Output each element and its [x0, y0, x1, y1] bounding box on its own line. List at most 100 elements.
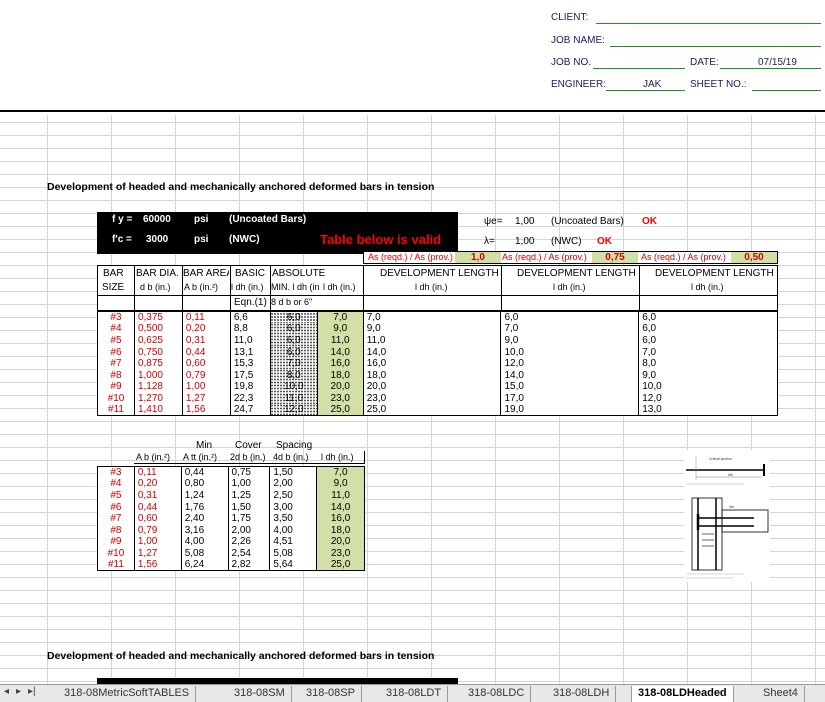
table-cell[interactable]: 1,25: [227, 489, 270, 502]
ratio-value-2[interactable]: 0,75: [592, 252, 638, 263]
table-cell[interactable]: 24,7: [229, 404, 271, 416]
table-cell[interactable]: 20,0: [362, 381, 501, 393]
table-cell[interactable]: #6: [97, 346, 135, 358]
tab-nav-last-icon[interactable]: ▸|: [28, 686, 36, 697]
table-cell[interactable]: #9: [97, 381, 135, 393]
table-cell[interactable]: 18,0: [316, 524, 365, 537]
table-cell[interactable]: 13,0: [638, 404, 778, 416]
job-no-field[interactable]: [593, 68, 685, 69]
table-cell[interactable]: 6,0: [638, 323, 778, 335]
table-cell[interactable]: 7,0: [269, 357, 318, 370]
table-cell[interactable]: 0,79: [133, 524, 182, 537]
table-cell[interactable]: 1,75: [227, 512, 270, 525]
table-cell[interactable]: 7,0: [500, 323, 639, 335]
table-cell[interactable]: 4,00: [180, 536, 228, 548]
table-cell[interactable]: 6,0: [269, 346, 318, 358]
table-cell[interactable]: 0,375: [133, 311, 183, 324]
table-cell[interactable]: 11,0: [362, 334, 501, 347]
table-cell[interactable]: 6,0: [638, 311, 778, 324]
tab-nav-first-icon[interactable]: ◂: [4, 686, 9, 697]
table-cell[interactable]: 8,8: [229, 323, 271, 335]
table-cell[interactable]: 17,0: [500, 392, 639, 405]
table-cell[interactable]: #7: [97, 357, 135, 370]
table-cell[interactable]: 1,000: [133, 369, 183, 382]
tab-nav-prev-icon[interactable]: ▸: [16, 686, 21, 697]
table-cell[interactable]: 14,0: [362, 346, 501, 358]
table-cell[interactable]: 18,0: [362, 369, 501, 382]
table-cell[interactable]: 0,625: [133, 334, 183, 347]
table-cell[interactable]: 18,0: [316, 369, 364, 382]
table-cell[interactable]: 20,0: [316, 536, 365, 548]
table-cell[interactable]: 1,50: [227, 501, 270, 513]
engineer-field[interactable]: [606, 90, 685, 91]
table-cell[interactable]: 9,0: [316, 478, 365, 490]
table-cell[interactable]: 0,20: [133, 478, 182, 490]
fc-value[interactable]: 3000: [146, 234, 168, 245]
table-cell[interactable]: 0,79: [181, 369, 231, 382]
table-cell[interactable]: 16,0: [316, 357, 364, 370]
table-cell[interactable]: 0,875: [133, 357, 183, 370]
table-cell[interactable]: 16,0: [362, 357, 501, 370]
table-cell[interactable]: 6,0: [638, 334, 778, 347]
table-cell[interactable]: 1,00: [133, 536, 182, 548]
table-cell[interactable]: 2,00: [269, 478, 317, 490]
table-cell[interactable]: 0,31: [133, 489, 182, 502]
table-cell[interactable]: 1,00: [227, 478, 270, 490]
table-cell[interactable]: 23,0: [316, 547, 365, 560]
table-cell[interactable]: 0,31: [181, 334, 231, 347]
ratio-value-1[interactable]: 1,0: [455, 252, 501, 263]
ratio-value-3[interactable]: 0,50: [731, 252, 777, 263]
table-cell[interactable]: 9,0: [316, 323, 364, 335]
table-cell[interactable]: #3: [97, 311, 135, 324]
table-cell[interactable]: 2,40: [180, 512, 228, 525]
table-cell[interactable]: 9,0: [362, 323, 501, 335]
table-cell[interactable]: #3: [97, 466, 135, 479]
table-cell[interactable]: 14,0: [500, 369, 639, 382]
table-cell[interactable]: 2,00: [227, 524, 270, 537]
sheet-no-field[interactable]: [752, 90, 821, 91]
table-cell[interactable]: 12,0: [269, 404, 318, 416]
table-cell[interactable]: 13,1: [229, 346, 271, 358]
table-cell[interactable]: 2,26: [227, 536, 270, 548]
table-cell[interactable]: #9: [97, 536, 135, 548]
date-field[interactable]: [720, 68, 821, 69]
table-cell[interactable]: 3,50: [269, 512, 317, 525]
table-cell[interactable]: 8,0: [638, 357, 778, 370]
table-cell[interactable]: #7: [97, 512, 135, 525]
table-cell[interactable]: 6,24: [180, 559, 228, 571]
table-cell[interactable]: 25,0: [316, 404, 364, 416]
client-field[interactable]: [596, 23, 821, 24]
table-cell[interactable]: 15,0: [500, 381, 639, 393]
table-cell[interactable]: 1,270: [133, 392, 183, 405]
table-cell[interactable]: 25,0: [362, 404, 501, 416]
table-cell[interactable]: #4: [97, 323, 135, 335]
table-cell[interactable]: 1,27: [133, 547, 182, 560]
table-cell[interactable]: 10,0: [269, 381, 318, 393]
job-name-field[interactable]: [610, 46, 821, 47]
table-cell[interactable]: 11,0: [229, 334, 271, 347]
table-cell[interactable]: 0,60: [133, 512, 182, 525]
table-cell[interactable]: 6,0: [500, 311, 639, 324]
table-cell[interactable]: 6,0: [269, 334, 318, 347]
detail-figure[interactable]: Critical section ldh ldh: [684, 450, 770, 582]
table-cell[interactable]: 9,0: [500, 334, 639, 347]
table-cell[interactable]: 0,20: [181, 323, 231, 335]
table-cell[interactable]: #8: [97, 524, 135, 537]
table-cell[interactable]: 17,5: [229, 369, 271, 382]
table-cell[interactable]: 9,0: [638, 369, 778, 382]
table-cell[interactable]: #6: [97, 501, 135, 513]
table-cell[interactable]: #8: [97, 369, 135, 382]
tab-318-08sp[interactable]: 318-08SP: [300, 686, 362, 702]
table-cell[interactable]: 22,3: [229, 392, 271, 405]
table-cell[interactable]: 15,3: [229, 357, 271, 370]
table-cell[interactable]: 23,0: [362, 392, 501, 405]
table-cell[interactable]: 19,8: [229, 381, 271, 393]
table-cell[interactable]: 0,11: [181, 311, 231, 324]
table-cell[interactable]: 20,0: [316, 381, 364, 393]
table-cell[interactable]: 0,11: [133, 466, 182, 479]
table-cell[interactable]: 8,0: [269, 369, 318, 382]
tab-318-08sm[interactable]: 318-08SM: [228, 686, 292, 702]
table-cell[interactable]: 11,0: [316, 334, 364, 347]
table-cell[interactable]: 6,0: [269, 311, 318, 324]
table-cell[interactable]: #4: [97, 478, 135, 490]
